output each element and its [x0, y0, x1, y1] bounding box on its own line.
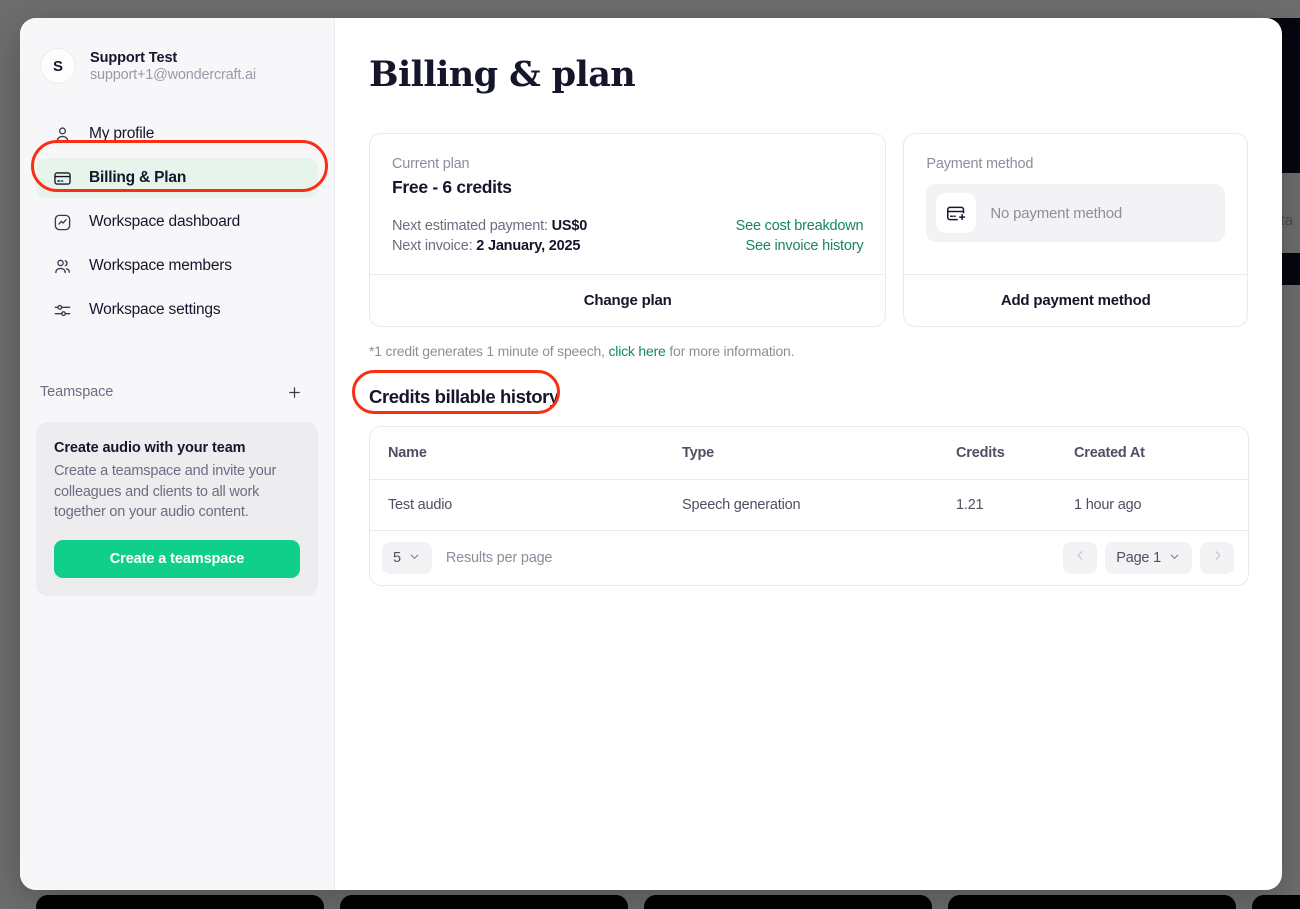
credits-history-title: Credits billable history — [369, 386, 559, 407]
change-plan-label: Change plan — [583, 292, 672, 309]
history-heading-wrap: Credits billable history — [352, 370, 560, 414]
users-icon — [52, 256, 72, 276]
change-plan-button[interactable]: Change plan — [370, 274, 886, 326]
credit-note-link[interactable]: click here — [609, 343, 666, 359]
sidebar-item-label: Workspace members — [89, 257, 232, 274]
chevron-left-icon — [1074, 549, 1087, 567]
chevron-down-icon — [408, 550, 421, 567]
sidebar-nav: My profile Billing & Plan Workspace dash… — [36, 114, 318, 330]
payment-method-empty-state: No payment method — [926, 184, 1225, 242]
app-backdrop: ita S Support Test support+1@wondercraft… — [0, 0, 1300, 909]
see-cost-breakdown-link[interactable]: See cost breakdown — [736, 218, 864, 234]
next-invoice-label: Next invoice: — [392, 238, 473, 254]
sidebar-item-my-profile[interactable]: My profile — [36, 114, 318, 154]
chart-square-icon — [52, 212, 72, 232]
avatar: S — [40, 48, 76, 84]
background-bottom-card — [948, 895, 1236, 909]
user-icon — [52, 124, 72, 144]
sidebar-item-label: Workspace settings — [89, 301, 221, 318]
current-plan-card: Current plan Free - 6 credits Next estim… — [369, 133, 887, 327]
background-bottom-card — [36, 895, 324, 909]
page-label: Page 1 — [1116, 550, 1161, 566]
next-payment-label: Next estimated payment: — [392, 218, 548, 234]
chevron-right-icon — [1211, 549, 1224, 567]
credit-note: *1 credit generates 1 minute of speech, … — [369, 343, 1248, 359]
cell-type: Speech generation — [682, 479, 956, 531]
current-plan-label: Current plan — [392, 156, 470, 172]
table-pagination: 5 Results per page Page 1 — [370, 531, 1248, 585]
background-bottom-card — [644, 895, 932, 909]
table-header-row: Name Type Credits Created At — [370, 427, 1248, 480]
next-payment-value: US$0 — [551, 218, 588, 234]
payment-method-label: Payment method — [926, 156, 1034, 172]
background-bottom-card — [1252, 895, 1300, 909]
sidebar: S Support Test support+1@wondercraft.ai … — [20, 18, 335, 890]
results-per-page-value: 5 — [393, 550, 401, 566]
teamspace-section-header: Teamspace — [36, 382, 318, 402]
next-invoice-line: Next invoice: 2 January, 2025 — [392, 238, 587, 254]
results-per-page-select[interactable]: 5 — [382, 542, 432, 574]
table-header: Name Type Credits Created At — [370, 427, 1248, 480]
column-header-credits[interactable]: Credits — [956, 427, 1074, 480]
sidebar-item-billing-plan[interactable]: Billing & Plan — [36, 158, 318, 198]
see-invoice-history-link[interactable]: See invoice history — [746, 238, 864, 254]
settings-modal: S Support Test support+1@wondercraft.ai … — [20, 18, 1282, 890]
create-teamspace-button[interactable]: Create a teamspace — [54, 539, 300, 578]
teamspace-label: Teamspace — [40, 384, 114, 400]
card-plus-icon — [936, 193, 977, 233]
plus-icon[interactable] — [284, 382, 304, 402]
column-header-name[interactable]: Name — [370, 427, 682, 480]
table-row[interactable]: Test audio Speech generation 1.21 1 hour… — [370, 479, 1248, 531]
current-plan-name: Free - 6 credits — [392, 177, 512, 197]
column-header-created-at[interactable]: Created At — [1074, 427, 1248, 480]
sidebar-item-label: Billing & Plan — [89, 169, 187, 186]
next-page-button[interactable] — [1200, 542, 1234, 574]
add-payment-method-button[interactable]: Add payment method — [904, 274, 1247, 326]
sidebar-item-workspace-dashboard[interactable]: Workspace dashboard — [36, 202, 318, 242]
credit-note-prefix: *1 credit generates 1 minute of speech, — [369, 343, 605, 359]
credit-card-icon — [52, 168, 72, 188]
sliders-icon — [52, 300, 72, 320]
sidebar-item-workspace-members[interactable]: Workspace members — [36, 246, 318, 286]
payment-method-empty-text: No payment method — [990, 204, 1123, 222]
main-content: Billing & plan Current plan Free - 6 cre… — [335, 18, 1282, 890]
chevron-down-icon — [1168, 550, 1181, 567]
user-email: support+1@wondercraft.ai — [90, 66, 256, 83]
cell-created-at: 1 hour ago — [1074, 479, 1248, 531]
promo-body: Create a teamspace and invite your colle… — [54, 463, 277, 521]
sidebar-item-label: Workspace dashboard — [89, 213, 241, 230]
next-payment-line: Next estimated payment: US$0 — [392, 218, 587, 234]
results-per-page-label: Results per page — [445, 550, 553, 566]
cell-name: Test audio — [370, 479, 682, 531]
background-bottom-card — [340, 895, 628, 909]
table-body: Test audio Speech generation 1.21 1 hour… — [370, 479, 1248, 531]
teamspace-promo-card: Create audio with your team Create a tea… — [36, 422, 318, 596]
credit-note-suffix: for more information. — [669, 343, 795, 359]
credits-history-table-card: Name Type Credits Created At Test audio … — [369, 426, 1249, 586]
user-name: Support Test — [90, 49, 178, 66]
credits-history-table: Name Type Credits Created At Test audio … — [370, 427, 1248, 531]
user-profile-header[interactable]: S Support Test support+1@wondercraft.ai — [36, 34, 318, 92]
cell-credits: 1.21 — [956, 479, 1074, 531]
next-invoice-value: 2 January, 2025 — [476, 238, 581, 254]
add-payment-method-label: Add payment method — [1000, 292, 1151, 309]
billing-cards-row: Current plan Free - 6 credits Next estim… — [369, 133, 1248, 327]
sidebar-item-label: My profile — [89, 125, 155, 142]
previous-page-button[interactable] — [1063, 542, 1098, 574]
sidebar-item-workspace-settings[interactable]: Workspace settings — [36, 290, 318, 330]
promo-title: Create audio with your team — [54, 440, 246, 456]
page-select[interactable]: Page 1 — [1105, 542, 1192, 574]
payment-method-card: Payment method No payment method Add pay… — [903, 133, 1248, 327]
page-title: Billing & plan — [369, 54, 636, 95]
column-header-type[interactable]: Type — [682, 427, 956, 480]
